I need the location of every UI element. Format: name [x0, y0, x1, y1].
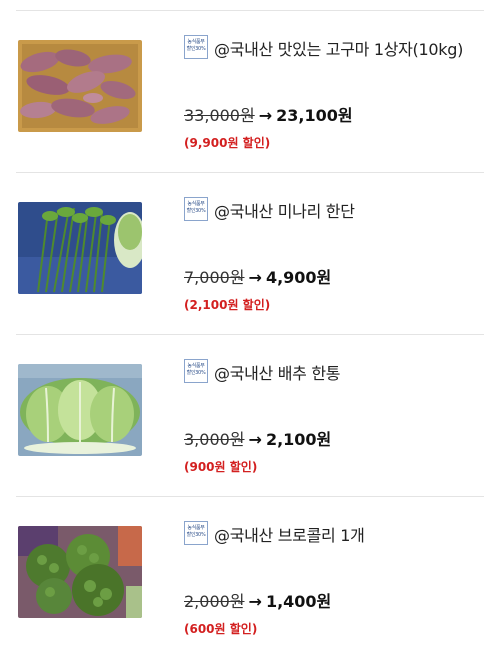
price-line: 3,000원 → 2,100원	[184, 426, 331, 450]
price-line: 2,000원 → 1,400원	[184, 588, 331, 612]
product-image-minari[interactable]	[18, 202, 142, 294]
price-line: 33,000원 → 23,100원	[184, 102, 353, 126]
discount-amount: (9,900원 할인)	[184, 136, 271, 150]
discount-amount: (900원 할인)	[184, 460, 258, 474]
product-item[interactable]: 농식품부 할인30% @국내산 배추 한통 3,000원 → 2,100원 (900원…	[0, 334, 500, 496]
discount-badge-icon: 농식품부 할인30%	[184, 359, 208, 383]
original-price: 7,000원	[184, 268, 245, 287]
product-title[interactable]: @국내산 브로콜리 1개	[214, 522, 365, 546]
product-title[interactable]: @국내산 맛있는 고구마 1상자(10kg)	[214, 36, 463, 60]
original-price: 2,000원	[184, 592, 245, 611]
sale-price: 1,400원	[265, 592, 332, 611]
sale-price: 2,100원	[265, 430, 332, 449]
product-image-broccoli[interactable]	[18, 526, 142, 618]
arrow-icon: →	[258, 106, 273, 125]
original-price: 3,000원	[184, 430, 245, 449]
arrow-icon: →	[248, 430, 262, 449]
price-line: 7,000원 → 4,900원	[184, 264, 331, 288]
divider	[16, 496, 484, 497]
product-title[interactable]: @국내산 미나리 한단	[214, 198, 355, 222]
arrow-icon: →	[248, 592, 262, 611]
discount-amount: (2,100원 할인)	[184, 298, 271, 312]
discount-badge-icon: 농식품부 할인30%	[184, 35, 208, 59]
product-item[interactable]: 농식품부 할인30% @국내산 브로콜리 1개 2,000원 → 1,400원 (60…	[0, 496, 500, 658]
sale-price: 23,100원	[276, 106, 353, 125]
product-image-napa-cabbage[interactable]	[18, 364, 142, 456]
product-title[interactable]: @국내산 배추 한통	[214, 360, 341, 384]
product-image-sweet-potato[interactable]	[18, 40, 142, 132]
arrow-icon: →	[248, 268, 262, 287]
divider	[16, 334, 484, 335]
sale-price: 4,900원	[265, 268, 332, 287]
divider	[16, 172, 484, 173]
product-list: 농식품부 할인30% @국내산 맛있는 고구마 1상자(10kg) 33,000원…	[0, 0, 500, 638]
original-price: 33,000원	[184, 106, 255, 125]
discount-badge-icon: 농식품부 할인30%	[184, 197, 208, 221]
discount-amount: (600원 할인)	[184, 622, 258, 636]
discount-badge-icon: 농식품부 할인30%	[184, 521, 208, 545]
divider	[16, 10, 484, 11]
product-item[interactable]: 농식품부 할인30% @국내산 미나리 한단 7,000원 → 4,900원 (2,1…	[0, 172, 500, 334]
product-item[interactable]: 농식품부 할인30% @국내산 맛있는 고구마 1상자(10kg) 33,000원…	[0, 10, 500, 172]
